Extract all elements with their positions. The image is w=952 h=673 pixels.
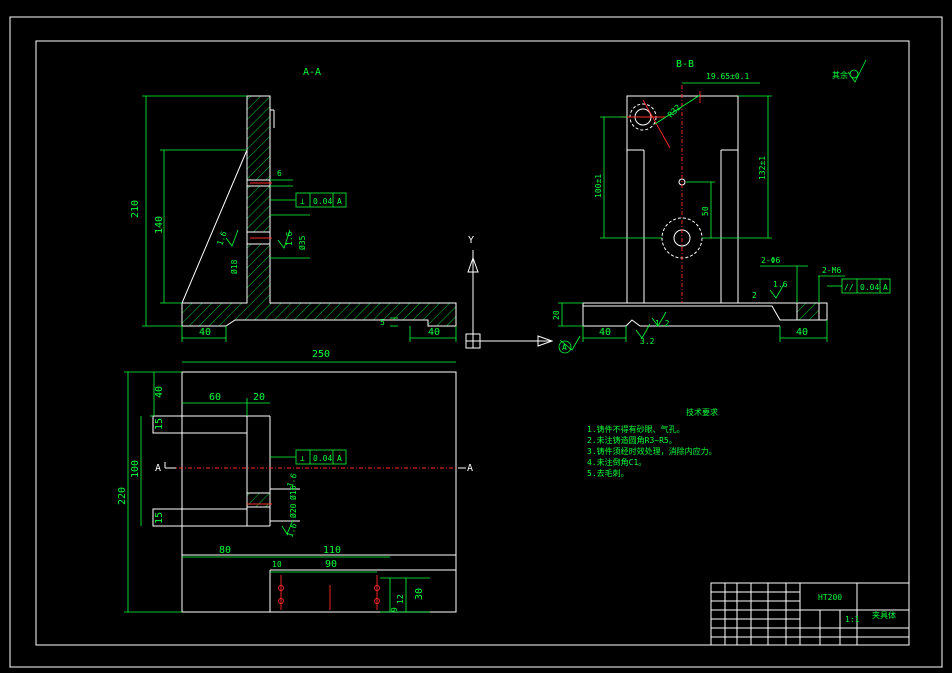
tech-line-5: 5.去毛刺。 <box>587 468 629 478</box>
dim-hole-12: 12 <box>396 594 405 604</box>
dim-hole-90: 90 <box>325 559 337 570</box>
dim-base-right: 40 <box>428 327 440 338</box>
side-tol-symbol: // <box>844 283 854 292</box>
plan-view: A A 250 220 40 15 15 100 60 20 ⊥ 0.04 A … <box>117 349 473 613</box>
plan-tol-symbol: ⊥ <box>300 454 305 463</box>
dim-overall-height: 210 <box>130 200 141 218</box>
dim-hole-35: Ø35 <box>297 235 307 250</box>
dim-plan-top40: 40 <box>154 386 165 398</box>
dim-slot-15b: 15 <box>154 512 165 524</box>
plan-section-left: A <box>155 463 161 474</box>
plan-section-right: A <box>467 463 473 474</box>
dim-base-left: 40 <box>199 327 211 338</box>
rough-side-16: 1.6 <box>773 280 788 289</box>
dim-plan-width: 250 <box>312 349 330 360</box>
side-tol-value: 0.04 <box>860 283 879 292</box>
dim-side-drill: 2-Φ6 <box>761 256 780 265</box>
front-tol-symbol: ⊥ <box>300 197 305 206</box>
surface-note-text: 其余 <box>832 70 848 80</box>
axis-y-label: Y <box>468 235 474 246</box>
tech-line-2: 2.未注铸造圆角R3~R5。 <box>587 435 677 445</box>
rough-front-b: 1.6 <box>215 230 228 247</box>
title-scale: 1:1 <box>845 615 860 624</box>
dim-slot-5: 5 <box>380 318 385 327</box>
outer-frame <box>9 16 943 668</box>
rough-side-12: 1.2 <box>655 319 670 328</box>
tech-title: 技术要求 <box>686 407 718 417</box>
rough-plan-b: 1.6 <box>285 522 298 539</box>
dim-thickness-6: 6 <box>277 169 282 178</box>
datum-symbol: A <box>562 343 567 352</box>
dim-plan-d20: Ø20 <box>288 503 298 518</box>
dim-side-base-40-right: 40 <box>796 327 808 338</box>
dim-side-base-20: 20 <box>552 310 561 320</box>
dim-side-height-right: 132±1 <box>758 156 767 180</box>
title-block: HT200 1:1 夹具体 <box>710 582 910 646</box>
surface-note: 其余 <box>832 59 867 83</box>
dim-side-tap: 2-M6 <box>822 266 841 275</box>
tech-line-1: 1.铸件不得有砂眼、气孔。 <box>587 424 685 434</box>
tech-line-4: 4.未注倒角C1。 <box>587 457 646 467</box>
dim-hole-30: 30 <box>414 588 425 600</box>
section-b-label: B-B <box>676 59 694 70</box>
tech-requirements: 技术要求 1.铸件不得有砂眼、气孔。 2.未注铸造圆角R3~R5。 3.铸件须经… <box>587 407 718 478</box>
plan-tol-datum: A <box>337 454 342 463</box>
dim-hole-9: 9 <box>390 607 399 612</box>
axis-indicator: Y <box>465 235 554 349</box>
dim-side-offset: 19.65±0.1 <box>706 72 750 81</box>
dim-side-2: 2 <box>752 291 757 300</box>
plan-tol-value: 0.04 <box>313 454 332 463</box>
title-part-name: 夹具体 <box>872 610 896 620</box>
tech-line-3: 3.铸件须经时效处理，消除内应力。 <box>587 446 717 456</box>
side-section-view: B-B 19.65±0.1 R32 100±1 132±1 50 20 40 4… <box>552 59 891 354</box>
front-section-view: A-A 210 140 6 ⊥ 0.04 A Ø35 1.6 Ø18 1.6 4… <box>130 67 457 342</box>
dim-side-base-40-left: 40 <box>599 327 611 338</box>
rough-front-a: 1.6 <box>285 231 294 246</box>
section-a-label: A-A <box>303 67 321 78</box>
dim-bottom-80: 80 <box>219 545 231 556</box>
dim-left-60: 60 <box>209 392 221 403</box>
side-base <box>582 302 828 327</box>
cad-drawing-canvas: A-A 210 140 6 ⊥ 0.04 A Ø35 1.6 Ø18 1.6 4… <box>9 16 943 668</box>
dim-mid-100: 100 <box>130 460 141 478</box>
dim-hole-10: 10 <box>272 560 282 569</box>
dim-left-20: 20 <box>253 392 265 403</box>
dim-bottom-110: 110 <box>323 545 341 556</box>
dim-side-height-left: 100±1 <box>594 174 603 198</box>
dim-plan-depth: 220 <box>117 487 128 505</box>
plan-outline <box>181 371 457 613</box>
front-tol-value: 0.04 <box>313 197 332 206</box>
dim-side-50: 50 <box>701 206 710 216</box>
front-rib <box>181 149 248 304</box>
side-tol-datum: A <box>883 283 888 292</box>
title-material: HT200 <box>818 593 842 602</box>
front-tol-datum: A <box>337 197 342 206</box>
dim-rib-height: 140 <box>154 216 165 234</box>
front-body-hatch <box>181 95 457 327</box>
dim-hole-18: Ø18 <box>229 259 239 274</box>
dim-slot-15a: 15 <box>154 418 165 430</box>
